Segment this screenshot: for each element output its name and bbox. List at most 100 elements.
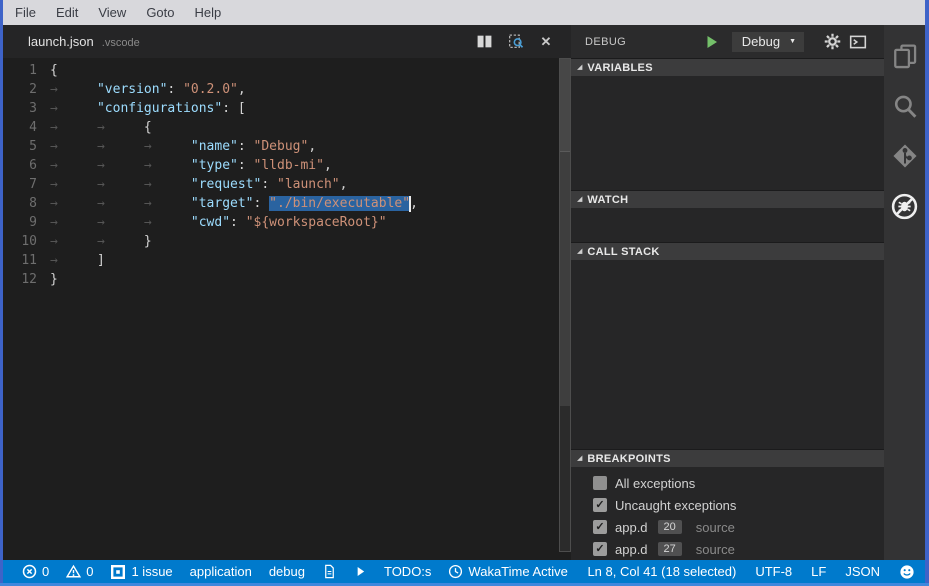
status-1-issue[interactable]: 1 issue	[110, 564, 172, 580]
code-line-9[interactable]: 9→ → → "cwd": "${workspaceRoot}"	[3, 213, 571, 232]
menu-item-edit[interactable]: Edit	[46, 5, 88, 20]
breakpoint-label: All exceptions	[615, 476, 695, 491]
menu-item-view[interactable]: View	[88, 5, 136, 20]
section-header-variables[interactable]: ◢ VARIABLES	[571, 58, 884, 76]
variables-body	[571, 76, 884, 190]
code-line-10[interactable]: 10→ → }	[3, 232, 571, 251]
token-str: "lldb-mi"	[254, 158, 324, 173]
editor-actions: ✕	[475, 33, 571, 51]
checkbox-checked[interactable]: ✓	[593, 498, 607, 512]
checkbox-unchecked[interactable]	[593, 476, 607, 490]
section-header-call-stack[interactable]: ◢ CALL STACK	[571, 242, 884, 260]
code-text: → ]	[50, 251, 105, 270]
status-play[interactable]	[354, 565, 367, 578]
code-text: → → → "name": "Debug",	[50, 137, 316, 156]
debug-sidebar: DEBUG Debug ▼	[571, 25, 884, 560]
token-key: "version"	[97, 82, 167, 97]
close-button[interactable]: ✕	[537, 33, 555, 51]
debug-config-dropdown[interactable]: Debug ▼	[732, 32, 804, 52]
menu-item-help[interactable]: Help	[185, 5, 232, 20]
checkbox-checked[interactable]: ✓	[593, 542, 607, 556]
code-line-6[interactable]: 6→ → → "type": "lldb-mi",	[3, 156, 571, 175]
section-header-watch[interactable]: ◢ WATCH	[571, 190, 884, 208]
line-number: 11	[3, 251, 50, 270]
debug-console-button[interactable]	[848, 32, 868, 52]
code-line-12[interactable]: 12}	[3, 270, 571, 289]
status-json[interactable]: JSON	[845, 564, 880, 579]
code-text: → → → "request": "launch",	[50, 175, 347, 194]
token-punct: :	[254, 196, 270, 211]
line-number: 4	[3, 118, 50, 137]
breakpoint-row[interactable]: ✓Uncaught exceptions	[571, 494, 884, 516]
debug-panel-title: DEBUG	[585, 36, 626, 48]
code-text: → → → "cwd": "${workspaceRoot}"	[50, 213, 387, 232]
breakpoint-row[interactable]: ✓app.d20source	[571, 516, 884, 538]
git-icon	[892, 143, 918, 169]
breakpoint-row[interactable]: ✓app.d27source	[571, 538, 884, 560]
status-utf-8[interactable]: UTF-8	[755, 564, 792, 579]
code-line-1[interactable]: 1{	[3, 61, 571, 80]
line-number: 6	[3, 156, 50, 175]
activity-item-files[interactable]	[891, 42, 919, 70]
start-debug-button[interactable]	[704, 34, 720, 50]
code-line-8[interactable]: 8→ → → "target": "./bin/executable",	[3, 194, 571, 213]
status-application[interactable]: application	[190, 564, 252, 579]
status-text: application	[190, 564, 252, 579]
files-icon	[892, 43, 918, 69]
gear-icon	[824, 33, 841, 50]
code-line-7[interactable]: 7→ → → "request": "launch",	[3, 175, 571, 194]
editor-scrollbar[interactable]	[559, 58, 571, 552]
status-lf[interactable]: LF	[811, 564, 826, 579]
code-line-11[interactable]: 11→ ]	[3, 251, 571, 270]
code-line-4[interactable]: 4→ → {	[3, 118, 571, 137]
selected-text: "./bin/executable"	[269, 196, 410, 211]
line-number: 3	[3, 99, 50, 118]
warning-icon	[66, 564, 81, 579]
status-wakatime-active[interactable]: WakaTime Active	[448, 564, 567, 579]
line-number: 2	[3, 80, 50, 99]
token-str: "${workspaceRoot}"	[246, 215, 387, 230]
tab-launch-json[interactable]: launch.json .vscode	[3, 34, 140, 49]
token-punct: ]	[97, 253, 105, 268]
status-smiley[interactable]	[899, 564, 915, 580]
token-key: "target"	[191, 196, 254, 211]
status-ln-8-col-41-18-selected[interactable]: Ln 8, Col 41 (18 selected)	[587, 564, 736, 579]
breakpoint-row[interactable]: All exceptions	[571, 472, 884, 494]
status-text: JSON	[845, 564, 880, 579]
token-punct: :	[238, 139, 254, 154]
token-punct: :	[167, 82, 183, 97]
status-0[interactable]: 0	[66, 564, 93, 579]
menu-item-goto[interactable]: Goto	[136, 5, 184, 20]
token-key: "name"	[191, 139, 238, 154]
activity-item-no-bug[interactable]	[891, 192, 919, 220]
checkbox-checked[interactable]: ✓	[593, 520, 607, 534]
configure-gear-button[interactable]	[822, 32, 842, 52]
status-file[interactable]	[322, 564, 337, 579]
error-icon	[22, 564, 37, 579]
split-editor-button[interactable]	[475, 33, 493, 51]
status-debug[interactable]: debug	[269, 564, 305, 579]
activity-item-git[interactable]	[891, 142, 919, 170]
code-line-2[interactable]: 2→ "version": "0.2.0",	[3, 80, 571, 99]
status-todo-s[interactable]: TODO:s	[384, 564, 431, 579]
breakpoint-label: app.d	[615, 520, 648, 535]
line-number-badge: 27	[658, 542, 682, 556]
code-line-5[interactable]: 5→ → → "name": "Debug",	[3, 137, 571, 156]
open-preview-button[interactable]	[506, 33, 524, 51]
console-icon	[849, 33, 867, 51]
section-header-breakpoints[interactable]: ◢ BREAKPOINTS	[571, 449, 884, 467]
status-text: LF	[811, 564, 826, 579]
split-editor-icon	[476, 33, 493, 50]
breakpoint-source-hint: source	[696, 542, 735, 557]
debug-toolbar: DEBUG Debug ▼	[571, 25, 884, 58]
code-line-3[interactable]: 3→ "configurations": [	[3, 99, 571, 118]
token-punct: ,	[340, 177, 348, 192]
status-0[interactable]: 0	[22, 564, 49, 579]
scrollbar-thumb[interactable]	[560, 59, 570, 406]
activity-item-search[interactable]	[891, 92, 919, 120]
line-number: 12	[3, 270, 50, 289]
chevron-down-icon: ▼	[789, 38, 796, 45]
menu-item-file[interactable]: File	[5, 5, 46, 20]
close-icon: ✕	[541, 34, 552, 50]
code-editor[interactable]: 1{2→ "version": "0.2.0",3→ "configuratio…	[3, 58, 571, 289]
